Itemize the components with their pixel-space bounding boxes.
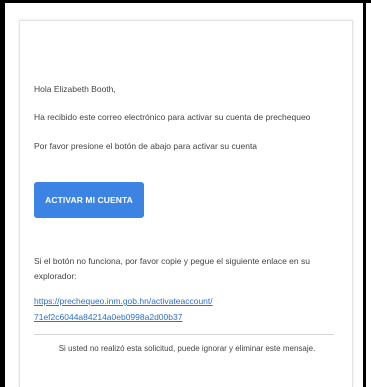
footer-note: Si usted no realizó esta solicitud, pued… [58, 344, 316, 353]
greeting-text: Hola Elizabeth Booth, [34, 84, 116, 94]
activation-link-line2[interactable]: 71ef2c6044a84214a0eb0998a2d00b37 [34, 312, 182, 322]
instruction-text: Por favor presione el botón de abajo par… [34, 141, 258, 151]
email-body: Hola Elizabeth Booth, Ha recibido este c… [19, 20, 353, 387]
activation-link[interactable]: https://prechequeo.inm.gob.hn/activateac… [34, 293, 334, 325]
window-frame-top [0, 0, 371, 3]
divider [34, 334, 334, 335]
window-frame-right [363, 0, 366, 387]
window-frame-left [0, 0, 5, 387]
intro-text: Ha recibido este correo electrónico para… [34, 112, 311, 122]
activate-account-button[interactable]: ACTIVAR MI CUENTA [34, 182, 144, 218]
fallback-instructions: Si el botón no funciona, por favor copie… [34, 256, 310, 281]
activation-link-line1[interactable]: https://prechequeo.inm.gob.hn/activateac… [34, 296, 213, 306]
